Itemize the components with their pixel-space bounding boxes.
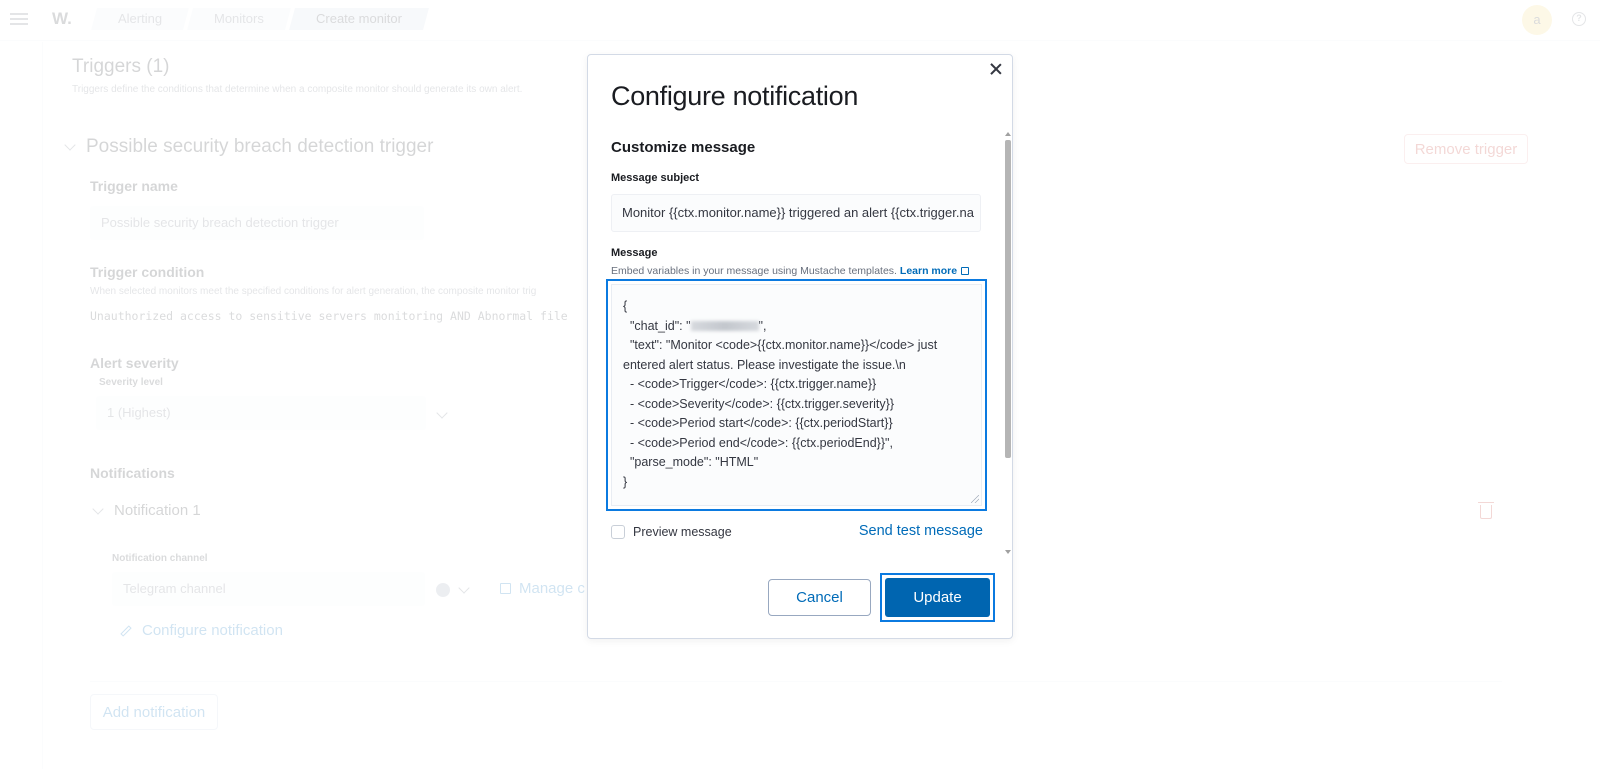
modal-title: Configure notification bbox=[611, 81, 859, 111]
message-textarea[interactable]: { "chat_id": " ", "text": "Monitor <code>… bbox=[611, 284, 982, 506]
update-button[interactable]: Update bbox=[885, 578, 990, 617]
scroll-up-arrow-icon[interactable] bbox=[1005, 132, 1011, 136]
customize-message-heading: Customize message bbox=[611, 139, 756, 156]
configure-notification-modal: Configure notification Customize message… bbox=[587, 54, 1013, 639]
close-icon[interactable] bbox=[988, 61, 1004, 77]
update-button-focus-ring: Update bbox=[880, 573, 995, 622]
resize-handle[interactable] bbox=[971, 495, 979, 503]
message-label: Message bbox=[611, 247, 658, 259]
message-subject-input[interactable]: Monitor {{ctx.monitor.name}} triggered a… bbox=[611, 194, 981, 232]
scrollbar-thumb[interactable] bbox=[1005, 140, 1011, 458]
cancel-button[interactable]: Cancel bbox=[768, 579, 871, 616]
preview-message-checkbox-row[interactable]: Preview message bbox=[611, 525, 732, 539]
redacted-chat-id bbox=[690, 320, 759, 331]
learn-more-link[interactable]: Learn more bbox=[900, 265, 970, 277]
preview-message-checkbox[interactable] bbox=[611, 525, 625, 539]
message-textarea-focus-ring: { "chat_id": " ", "text": "Monitor <code>… bbox=[606, 279, 987, 511]
external-link-icon bbox=[961, 267, 970, 275]
send-test-message-link[interactable]: Send test message bbox=[859, 523, 983, 539]
modal-scrollbar[interactable] bbox=[1005, 132, 1011, 554]
scroll-down-arrow-icon[interactable] bbox=[1005, 550, 1011, 554]
message-help-text: Embed variables in your message using Mu… bbox=[611, 265, 970, 277]
message-subject-label: Message subject bbox=[611, 172, 700, 184]
